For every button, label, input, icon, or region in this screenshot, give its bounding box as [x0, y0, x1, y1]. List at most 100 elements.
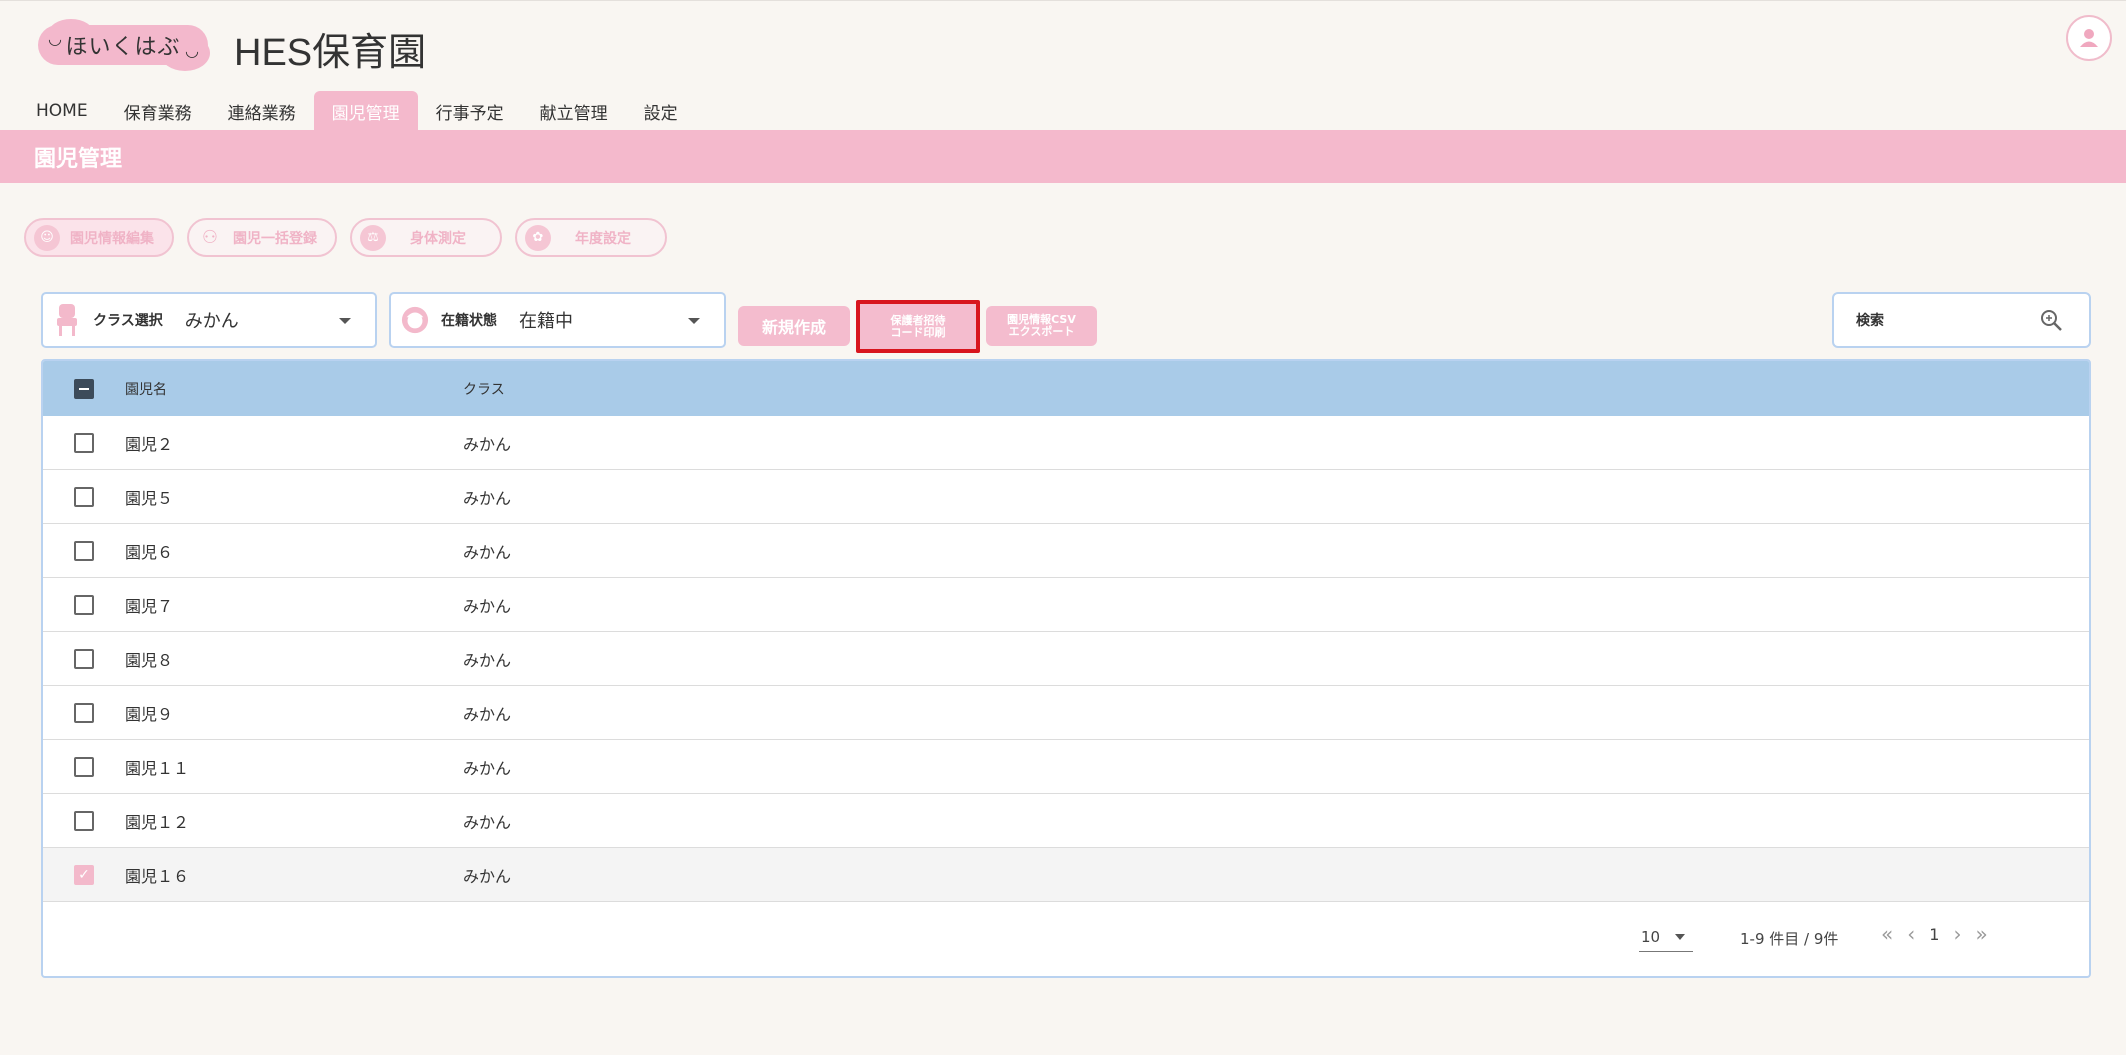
- csv-export-button[interactable]: 園児情報CSV エクスポート: [986, 306, 1097, 346]
- row-checkbox[interactable]: [74, 594, 94, 615]
- child-class: みかん: [463, 704, 512, 724]
- child-class: みかん: [463, 758, 512, 778]
- logo[interactable]: ◡ ほいくはぶ ◡: [38, 19, 210, 71]
- pagination-range: 1-9 件目 / 9件: [1740, 930, 1839, 948]
- prev-page-icon[interactable]: ‹: [1907, 922, 1915, 946]
- column-header-class[interactable]: クラス: [463, 379, 2089, 399]
- first-page-icon[interactable]: «: [1881, 922, 1893, 946]
- checkbox-cell: [43, 810, 125, 831]
- child-name: 園児７: [125, 596, 174, 616]
- pagination: 10 1-9 件目 / 9件 « ‹ 1 › »: [43, 902, 2089, 976]
- class-select-label: クラス選択: [93, 313, 163, 329]
- chevron-down-icon: [688, 318, 700, 324]
- nav-menu[interactable]: 献立管理: [522, 91, 626, 131]
- row-checkbox-checked[interactable]: ✓: [74, 864, 94, 885]
- class-select-value: みかん: [184, 311, 239, 332]
- year-setting-label: 年度設定: [575, 230, 631, 247]
- child-edit-label: 園児情報編集: [70, 230, 154, 247]
- row-checkbox[interactable]: [74, 486, 94, 507]
- row-checkbox[interactable]: [74, 756, 94, 777]
- child-icon: [401, 303, 429, 337]
- search-icon: [2041, 310, 2062, 331]
- rows-per-page-value: 10: [1641, 927, 1661, 946]
- child-name: 園児９: [125, 704, 174, 724]
- nav-contact[interactable]: 連絡業務: [210, 91, 314, 131]
- nav-childcare[interactable]: 保育業務: [106, 91, 210, 131]
- nav-home[interactable]: HOME: [18, 91, 106, 131]
- table-row[interactable]: 園児２ みかん: [43, 416, 2089, 470]
- nav-children[interactable]: 園児管理: [313, 91, 418, 131]
- bulk-register-button[interactable]: ⚇ 園児一括登録: [187, 218, 337, 257]
- app-root: ◡ ほいくはぶ ◡ HES保育園 HOME 保育業務 連絡業務 園児管理 行事予…: [0, 0, 2126, 1055]
- checkbox-cell: [43, 486, 125, 507]
- child-name: 園児１１: [125, 758, 190, 778]
- row-checkbox[interactable]: [74, 810, 94, 831]
- search-placeholder: 検索: [1856, 313, 1884, 329]
- child-class: みかん: [463, 542, 512, 562]
- children-table: 園児名 クラス 園児２ みかん 園児５ みかん 園児６ みかん 園児７ みかん …: [41, 359, 2091, 978]
- row-checkbox[interactable]: [74, 648, 94, 669]
- measurement-button[interactable]: ⚖ 身体測定: [350, 218, 502, 257]
- child-class: みかん: [463, 596, 512, 616]
- class-select[interactable]: クラス選択 みかん: [41, 292, 377, 348]
- next-page-icon[interactable]: ›: [1953, 922, 1961, 946]
- table-row[interactable]: ✓ 園児１６ みかん: [43, 848, 2089, 902]
- csv-export-line2: エクスポート: [1008, 325, 1075, 338]
- last-page-icon[interactable]: »: [1975, 922, 1987, 946]
- table-row[interactable]: 園児８ みかん: [43, 632, 2089, 686]
- checkbox-cell: [43, 756, 125, 777]
- status-select-value: 在籍中: [519, 311, 573, 332]
- nav-settings[interactable]: 設定: [626, 91, 696, 131]
- scale-icon: ⚖: [360, 224, 386, 251]
- child-icon: ☺: [34, 224, 60, 251]
- select-all-checkbox[interactable]: [74, 378, 94, 399]
- measurement-label: 身体測定: [410, 230, 466, 247]
- invite-code-print-button[interactable]: 保護者招待 コード印刷: [856, 300, 980, 353]
- nav-events[interactable]: 行事予定: [418, 91, 522, 131]
- child-class: みかん: [463, 650, 512, 670]
- app-title: HES保育園: [234, 32, 427, 74]
- table-row[interactable]: 園児１１ みかん: [43, 740, 2089, 794]
- table-row[interactable]: 園児１２ みかん: [43, 794, 2089, 848]
- child-icon: [53, 303, 81, 337]
- new-create-label: 新規作成: [761, 318, 826, 337]
- invite-code-print-line2: コード印刷: [890, 325, 946, 339]
- user-icon: [2080, 29, 2098, 47]
- child-name: 園児２: [125, 434, 174, 454]
- invite-code-print-line1: 保護者招待: [890, 313, 946, 327]
- row-checkbox[interactable]: [74, 702, 94, 723]
- table-row[interactable]: 園児６ みかん: [43, 524, 2089, 578]
- status-select[interactable]: 在籍状態 在籍中: [389, 292, 726, 348]
- search-input[interactable]: 検索: [1832, 292, 2091, 348]
- new-create-button[interactable]: 新規作成: [738, 306, 850, 346]
- status-select-label: 在籍状態: [441, 313, 497, 329]
- main-nav: HOME 保育業務 連絡業務 園児管理 行事予定 献立管理 設定: [18, 91, 696, 131]
- child-class: みかん: [463, 812, 512, 832]
- child-name: 園児５: [125, 488, 174, 508]
- child-class: みかん: [463, 866, 512, 886]
- row-checkbox[interactable]: [74, 540, 94, 561]
- child-edit-button[interactable]: ☺ 園児情報編集: [24, 218, 174, 257]
- child-name: 園児６: [125, 542, 174, 562]
- table-row[interactable]: 園児５ みかん: [43, 470, 2089, 524]
- row-checkbox[interactable]: [74, 432, 94, 453]
- group-icon: ⚇: [201, 227, 219, 248]
- rows-per-page-select[interactable]: 10: [1639, 922, 1693, 952]
- sub-toolbar: ☺ 園児情報編集 ⚇ 園児一括登録 ⚖ 身体測定 ✿ 年度設定: [24, 218, 667, 257]
- page-number[interactable]: 1: [1929, 925, 1939, 944]
- table-row[interactable]: 園児７ みかん: [43, 578, 2089, 632]
- child-name: 園児８: [125, 650, 174, 670]
- smile-icon: ◡: [185, 41, 200, 60]
- column-header-name[interactable]: 園児名: [125, 379, 463, 399]
- checkbox-cell: [43, 432, 125, 453]
- year-setting-button[interactable]: ✿ 年度設定: [515, 218, 667, 257]
- checkbox-cell: [43, 540, 125, 561]
- checkbox-cell: [43, 594, 125, 615]
- select-all-cell: [43, 378, 125, 399]
- smile-icon: ◡: [48, 29, 63, 48]
- checkbox-cell: [43, 648, 125, 669]
- user-menu-button[interactable]: [2066, 15, 2112, 61]
- badge-icon: ✿: [525, 224, 551, 251]
- table-row[interactable]: 園児９ みかん: [43, 686, 2089, 740]
- checkbox-cell: ✓: [43, 864, 125, 885]
